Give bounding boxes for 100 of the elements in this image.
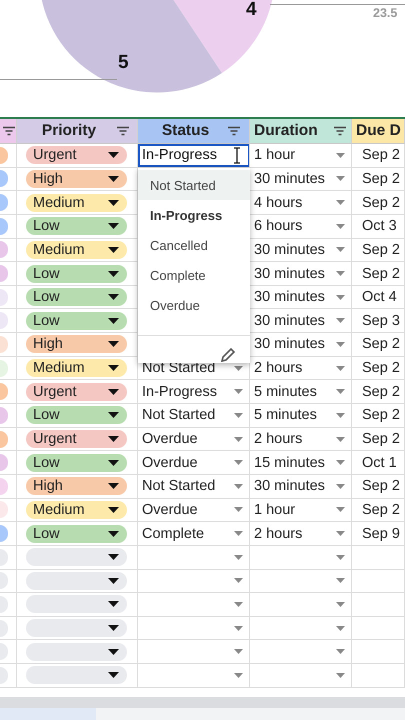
column-header[interactable]: Duration — [254, 122, 318, 140]
table-cell: Sep 2 — [352, 238, 405, 262]
caret-icon — [108, 672, 119, 678]
column-header[interactable]: Due D — [356, 122, 401, 140]
menu-option[interactable]: In-Progress — [138, 200, 250, 230]
horizontal-scrollbar[interactable] — [0, 697, 405, 708]
priority-dropdown[interactable]: Low — [26, 524, 127, 543]
duration-dropdown[interactable]: 15 minutes — [250, 454, 351, 471]
data-label: 4 — [246, 0, 257, 20]
status-dropdown[interactable]: Not Started — [138, 478, 249, 494]
priority-dropdown[interactable]: Medium — [26, 194, 127, 212]
caret-icon — [108, 554, 119, 560]
priority-dropdown[interactable]: Low — [26, 312, 127, 330]
duration-dropdown[interactable]: 2 hours — [250, 431, 351, 447]
caret-icon — [336, 342, 345, 347]
caret-icon — [234, 460, 243, 466]
priority-dropdown[interactable]: Urgent — [26, 430, 127, 448]
caret-icon — [234, 484, 243, 489]
duration-dropdown[interactable]: 4 hours — [250, 194, 351, 211]
caret-icon — [234, 554, 243, 560]
priority-dropdown[interactable]: Urgent — [26, 382, 127, 401]
caret-icon — [234, 436, 243, 442]
caret-icon — [234, 531, 243, 536]
menu-option[interactable]: Complete — [138, 260, 250, 291]
priority-dropdown[interactable]: Medium — [26, 500, 127, 519]
table-cell: Sep 3 — [352, 309, 405, 334]
duration-dropdown[interactable]: 1 hour — [250, 147, 351, 164]
menu-option[interactable]: Overdue — [138, 290, 250, 322]
caret-icon — [336, 436, 345, 442]
duration-dropdown[interactable]: 6 hours — [250, 218, 351, 234]
duration-dropdown[interactable]: 30 minutes — [250, 266, 351, 282]
caret-icon — [336, 460, 345, 466]
percent-label: 23.5 — [373, 6, 398, 20]
priority-dropdown[interactable]: Urgent — [26, 146, 127, 164]
duration-dropdown[interactable]: 1 hour — [250, 502, 351, 518]
caret-icon — [336, 389, 345, 394]
status-dropdown[interactable]: Overdue — [138, 454, 249, 471]
caret-icon — [108, 530, 119, 537]
caret-icon — [336, 247, 345, 252]
priority-dropdown[interactable]: High — [26, 335, 127, 354]
status-dropdown[interactable]: Overdue — [138, 431, 249, 447]
table-cell: Oct 1 — [352, 451, 405, 475]
menu-option[interactable]: Not Started — [138, 170, 250, 200]
table-cell: Oct 4 — [352, 286, 405, 310]
duration-dropdown[interactable]: 5 minutes — [250, 407, 351, 424]
column-header[interactable]: Status — [162, 122, 210, 140]
duration-dropdown[interactable]: 30 minutes — [250, 312, 351, 329]
caret-icon — [108, 176, 119, 182]
status-dropdown[interactable]: Overdue — [138, 502, 249, 518]
caret-icon — [108, 294, 119, 300]
duration-dropdown[interactable]: 30 minutes — [250, 242, 351, 258]
duration-dropdown[interactable]: 5 minutes — [250, 384, 351, 400]
caret-icon — [108, 365, 119, 372]
column-header[interactable]: Priority — [42, 122, 96, 140]
duration-dropdown[interactable]: 2 hours — [250, 526, 351, 542]
filter-icon[interactable] — [333, 126, 347, 136]
caret-icon — [108, 388, 119, 395]
caret-icon — [336, 152, 345, 158]
caret-icon — [108, 200, 119, 206]
priority-dropdown[interactable]: High — [26, 170, 127, 188]
caret-icon — [108, 341, 119, 348]
priority-dropdown[interactable]: Medium — [26, 359, 127, 378]
caret-icon — [108, 648, 119, 655]
table-cell: Sep 2 — [352, 474, 405, 499]
duration-dropdown[interactable]: 30 minutes — [250, 170, 351, 187]
table-cell: Sep 2 — [352, 356, 405, 380]
priority-dropdown[interactable]: High — [26, 477, 127, 496]
caret-icon — [336, 602, 345, 607]
caret-icon — [108, 246, 119, 253]
filter-icon[interactable] — [116, 126, 130, 136]
filter-icon[interactable] — [227, 126, 242, 136]
table-cell: Sep 2 — [352, 168, 405, 192]
table-cell: Sep 2 — [352, 428, 405, 452]
caret-icon — [234, 389, 243, 394]
duration-dropdown[interactable]: 30 minutes — [250, 289, 351, 306]
caret-icon — [336, 507, 345, 512]
caret-icon — [108, 318, 119, 324]
priority-dropdown[interactable]: Low — [26, 288, 127, 306]
table-cell: Sep 2 — [352, 333, 405, 357]
duration-dropdown[interactable]: 30 minutes — [250, 336, 351, 352]
status-dropdown[interactable]: In-Progress — [138, 384, 249, 400]
caret-icon — [234, 578, 243, 584]
caret-icon — [234, 412, 243, 418]
duration-dropdown[interactable]: 30 minutes — [250, 478, 351, 494]
menu-option[interactable]: Cancelled — [138, 230, 250, 261]
duration-dropdown[interactable]: 2 hours — [250, 360, 351, 376]
filter-icon[interactable] — [2, 126, 16, 136]
cell-editor[interactable]: In-Progress — [138, 144, 249, 167]
caret-icon — [234, 602, 243, 607]
status-dropdown[interactable]: Not Started — [138, 407, 249, 424]
priority-dropdown[interactable]: Low — [26, 217, 127, 236]
status-dropdown[interactable]: Complete — [138, 526, 249, 542]
priority-dropdown[interactable]: Medium — [26, 240, 127, 259]
priority-dropdown[interactable]: Low — [26, 264, 127, 283]
table-cell: Oct 3 — [352, 214, 405, 239]
priority-dropdown[interactable]: Low — [26, 406, 127, 424]
priority-dropdown[interactable]: Low — [26, 454, 127, 472]
caret-icon — [336, 224, 345, 229]
caret-icon — [336, 578, 345, 584]
edit-icon[interactable] — [220, 346, 236, 363]
